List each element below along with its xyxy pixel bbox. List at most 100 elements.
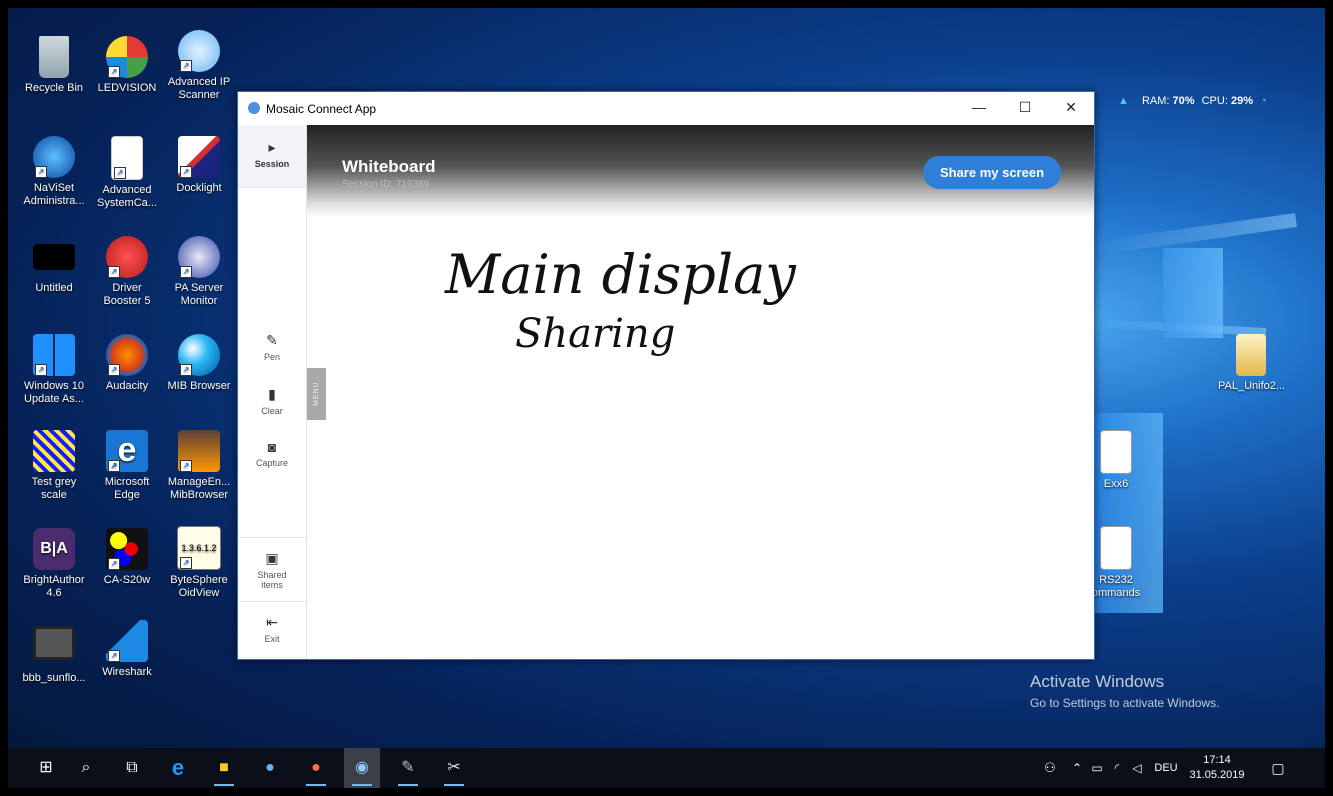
icon-label: CA-S20w — [103, 574, 151, 586]
wireshark-fin-icon: ↗ — [106, 620, 148, 662]
people-button[interactable]: ⚇ — [1032, 748, 1068, 788]
task-view-button[interactable]: ⧉ — [114, 748, 150, 788]
shortcut-arrow-icon: ↗ — [180, 266, 192, 278]
battery-status[interactable]: ▭ — [1088, 748, 1106, 788]
windows-icon: ⊞ — [39, 759, 53, 776]
speedometer-icon[interactable]: ◔ — [1260, 95, 1267, 107]
icon-label: Docklight — [176, 182, 222, 194]
battery-icon: ▭ — [1091, 761, 1103, 775]
volume-status[interactable]: ◁ — [1128, 748, 1146, 788]
ledvision-icon: ↗ — [106, 36, 148, 78]
language-indicator[interactable]: DEU — [1150, 748, 1182, 788]
shortcut-arrow-icon: ↗ — [108, 364, 120, 376]
desktop-icon-pa-server-monitor[interactable]: ↗ PA Server Monitor — [166, 236, 232, 308]
desktop-icon-wireshark[interactable]: ↗ Wireshark — [94, 620, 160, 679]
chevron-up-icon: ⌃ — [1071, 761, 1083, 775]
handwritten-text-main-display: Main display — [444, 243, 797, 306]
sidebar-item-shared-items[interactable]: ▣ Shared items — [238, 537, 306, 590]
shortcut-arrow-icon: ↗ — [108, 266, 120, 278]
desktop-icon-naviset[interactable]: ↗ NaViSet Administra... — [21, 136, 87, 208]
start-button[interactable]: ⊞ — [28, 748, 64, 788]
taskbar-network-app[interactable]: ● — [252, 748, 288, 788]
desktop-icon-audacity[interactable]: ↗ Audacity — [94, 334, 160, 393]
desktop-icon-test-grey-scale[interactable]: Test grey scale — [21, 430, 87, 502]
taskbar: ⊞ ⌕ ⧉ e ■ ● ● ◉ ✎ ✂ ⚇ ⌃ ▭ ◜ ◁ DEU 17:14 … — [8, 748, 1325, 788]
icon-label: Microsoft Edge — [104, 476, 150, 501]
desktop-icon-ca-s20w[interactable]: ↗ CA-S20w — [94, 528, 160, 587]
desktop-icon-driver-booster[interactable]: ↗ Driver Booster 5 — [94, 236, 160, 308]
desktop-icon-pal-unifo[interactable]: PAL_Unifo2... — [1218, 334, 1285, 393]
sidebar-label: Clear — [261, 406, 283, 416]
text-file-icon — [1100, 430, 1132, 474]
desktop-icon-bbb-sunflower[interactable]: bbb_sunflo... — [21, 620, 87, 685]
people-icon: ⚇ — [1044, 760, 1056, 775]
desktop-icon-edge[interactable]: e ↗ Microsoft Edge — [94, 430, 160, 502]
notification-center-button[interactable]: ▢ — [1260, 748, 1296, 788]
taskbar-snipping[interactable]: ✂ — [436, 748, 472, 788]
notification-icon: ▢ — [1271, 760, 1285, 776]
desktop-icon-manageengine[interactable]: ↗ ManageEn... MibBrowser — [166, 430, 232, 502]
icon-label: Windows 10 Update As... — [24, 380, 84, 405]
icon-label: RS232 ommands — [1091, 574, 1141, 599]
desktop-icon-brightauthor[interactable]: B|A BrightAuthor 4.6 — [21, 528, 87, 600]
taskbar-paint[interactable]: ✎ — [390, 748, 426, 788]
shared-folder-icon: ▣ — [265, 550, 279, 566]
mosaic-connect-window: Mosaic Connect App — ☐ ✕ ▸ Session ✎ Pen… — [237, 91, 1095, 660]
desktop-icon-windows-update[interactable]: ↗ Windows 10 Update As... — [21, 334, 87, 406]
ca-s20w-icon: ↗ — [106, 528, 148, 570]
icon-label: Audacity — [105, 380, 149, 392]
show-hidden-icons[interactable]: ⌃ — [1068, 748, 1086, 788]
desktop-icon-untitled[interactable]: Untitled — [21, 236, 87, 295]
taskbar-audacity[interactable]: ● — [298, 748, 334, 788]
exit-icon: ⇤ — [266, 614, 278, 630]
taskbar-mosaic-connect[interactable]: ◉ — [344, 748, 380, 788]
whiteboard-canvas[interactable]: Main display Sharing — [307, 125, 1094, 659]
whiteboard-area[interactable]: Whiteboard Session ID: 719389 Share my s… — [307, 125, 1094, 659]
system-monitor-widget[interactable]: ▲ RAM: 70% CPU: 29% ◔ — [1118, 95, 1267, 107]
search-button[interactable]: ⌕ — [68, 748, 104, 788]
sidebar-item-exit[interactable]: ⇤ Exit — [238, 601, 306, 644]
desktop-icon-recycle-bin[interactable]: Recycle Bin — [21, 36, 87, 95]
sidebar-item-session[interactable]: ▸ Session — [238, 125, 306, 188]
icon-label: Exx6 — [1103, 478, 1129, 490]
manageengine-icon: ↗ — [178, 430, 220, 472]
desktop-icon-bytesphere[interactable]: 1.3.6.1.2 ↗ ByteSphere OidView — [166, 526, 232, 600]
sidebar-item-capture[interactable]: ◙ Capture — [238, 439, 306, 468]
icon-label: Test grey scale — [31, 476, 77, 501]
close-button[interactable]: ✕ — [1048, 92, 1094, 125]
maximize-button[interactable]: ☐ — [1002, 92, 1048, 125]
icon-label: Recycle Bin — [24, 82, 84, 94]
taskbar-file-explorer[interactable]: ■ — [206, 748, 242, 788]
wifi-status[interactable]: ◜ — [1108, 748, 1126, 788]
globe-icon: ↗ — [178, 334, 220, 376]
speaker-muted-icon: ◁ — [1132, 761, 1142, 775]
sidebar-item-pen[interactable]: ✎ Pen — [238, 332, 306, 362]
shortcut-arrow-icon: ↗ — [114, 167, 126, 179]
globe-network-icon: ↗ — [33, 136, 75, 178]
globe-icon: ● — [265, 759, 275, 776]
desktop-icon-advanced-systemcare[interactable]: ↗ Advanced SystemCa... — [94, 136, 160, 210]
icon-label: Untitled — [35, 282, 73, 294]
search-icon: ⌕ — [81, 759, 91, 776]
minimize-button[interactable]: — — [956, 92, 1002, 125]
shortcut-arrow-icon: ↗ — [180, 166, 192, 178]
icon-label: Wireshark — [102, 666, 152, 678]
clock[interactable]: 17:14 31.05.2019 — [1188, 753, 1246, 783]
running-indicator — [214, 784, 234, 786]
desktop-icon-ledvision[interactable]: ↗ LEDVISION — [94, 36, 160, 95]
folder-zip-icon — [1236, 334, 1266, 376]
taskbar-edge[interactable]: e — [160, 748, 196, 788]
shortcut-arrow-icon: ↗ — [180, 364, 192, 376]
running-indicator — [444, 784, 464, 786]
sidebar-item-clear[interactable]: ▮ Clear — [238, 386, 306, 416]
desktop-icon-docklight[interactable]: ↗ Docklight — [166, 136, 232, 195]
icon-label: Advanced SystemCa... — [97, 184, 157, 209]
icon-label: Advanced IP Scanner — [167, 76, 231, 101]
document-icon: ↗ — [111, 136, 143, 180]
app-logo-icon — [248, 102, 260, 114]
desktop-icon-advanced-ip-scanner[interactable]: ↗ Advanced IP Scanner — [166, 30, 232, 102]
menu-toggle-tab[interactable]: MENU — [307, 368, 326, 420]
desktop-icon-mib-browser[interactable]: ↗ MIB Browser — [166, 334, 232, 393]
pen-icon: ✎ — [266, 332, 278, 348]
window-titlebar[interactable]: Mosaic Connect App — ☐ ✕ — [238, 92, 1094, 125]
